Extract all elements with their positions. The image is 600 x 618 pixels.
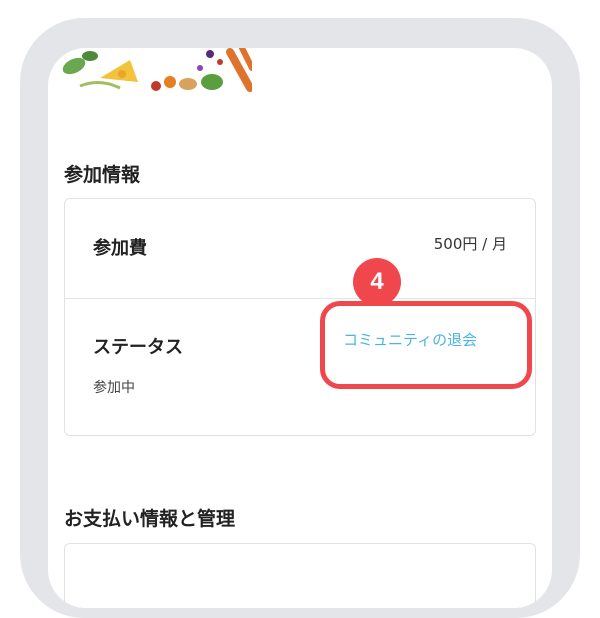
payment-section-title: お支払い情報と管理 [64, 508, 236, 530]
fee-value: 500円 / 月 [433, 235, 507, 253]
fee-label: 参加費 [93, 238, 147, 259]
status-value: 参加中 [93, 380, 135, 396]
hero-illustration [60, 48, 252, 92]
card-divider [65, 298, 535, 299]
tutorial-step-badge: 4 [353, 258, 401, 306]
status-label: ステータス [93, 337, 183, 358]
payment-card [64, 543, 536, 608]
participation-section-title: 参加情報 [64, 164, 141, 186]
tutorial-highlight [320, 301, 532, 389]
